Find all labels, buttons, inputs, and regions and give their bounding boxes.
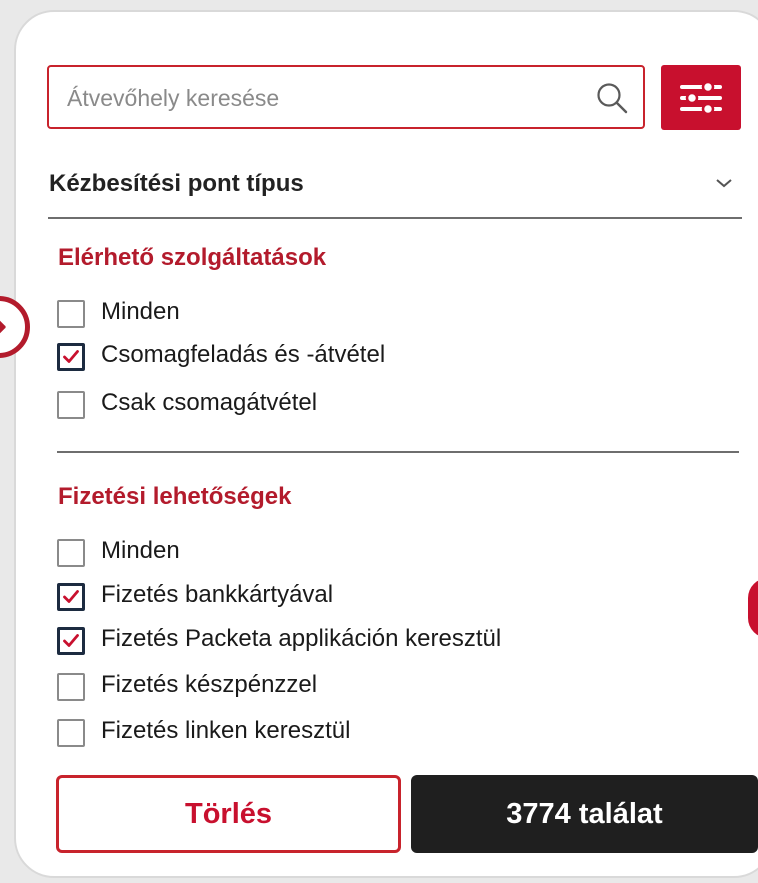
option-label: Fizetés linken keresztül [101, 717, 351, 744]
option-label: Minden [101, 537, 180, 564]
checkbox[interactable] [57, 627, 85, 655]
filter-settings-button[interactable] [661, 65, 741, 130]
arrow-right-icon [0, 320, 6, 334]
option-label: Csomagfeladás és -átvétel [101, 341, 386, 368]
checkbox[interactable] [57, 539, 85, 567]
show-results-button[interactable]: 3774 találat [411, 775, 758, 853]
checkbox[interactable] [57, 719, 85, 747]
filter-panel [14, 10, 758, 878]
checkmark-icon [63, 590, 79, 603]
divider [48, 217, 742, 219]
checkmark-icon [63, 634, 79, 647]
option-label: Minden [101, 298, 180, 325]
services-heading: Elérhető szolgáltatások [58, 244, 327, 271]
option-label: Fizetés készpénzzel [101, 671, 318, 698]
option-label: Fizetés bankkártyával [101, 581, 334, 608]
divider [57, 451, 739, 453]
checkbox[interactable] [57, 343, 85, 371]
checkbox[interactable] [57, 391, 85, 419]
search-field[interactable] [47, 65, 645, 129]
search-icon[interactable] [595, 81, 629, 115]
delivery-type-toggle[interactable]: Kézbesítési pont típus [49, 170, 304, 198]
payment-heading: Fizetési lehetőségek [58, 483, 292, 510]
clear-button[interactable]: Törlés [56, 775, 401, 853]
search-input[interactable] [65, 67, 589, 129]
sliders-icon [680, 81, 722, 115]
option-label: Fizetés Packeta applikáción keresztül [101, 625, 502, 652]
checkbox[interactable] [57, 583, 85, 611]
checkbox[interactable] [57, 673, 85, 701]
option-label: Csak csomagátvétel [101, 389, 318, 416]
chevron-down-icon[interactable] [714, 176, 734, 190]
checkbox[interactable] [57, 300, 85, 328]
checkmark-icon [63, 350, 79, 363]
